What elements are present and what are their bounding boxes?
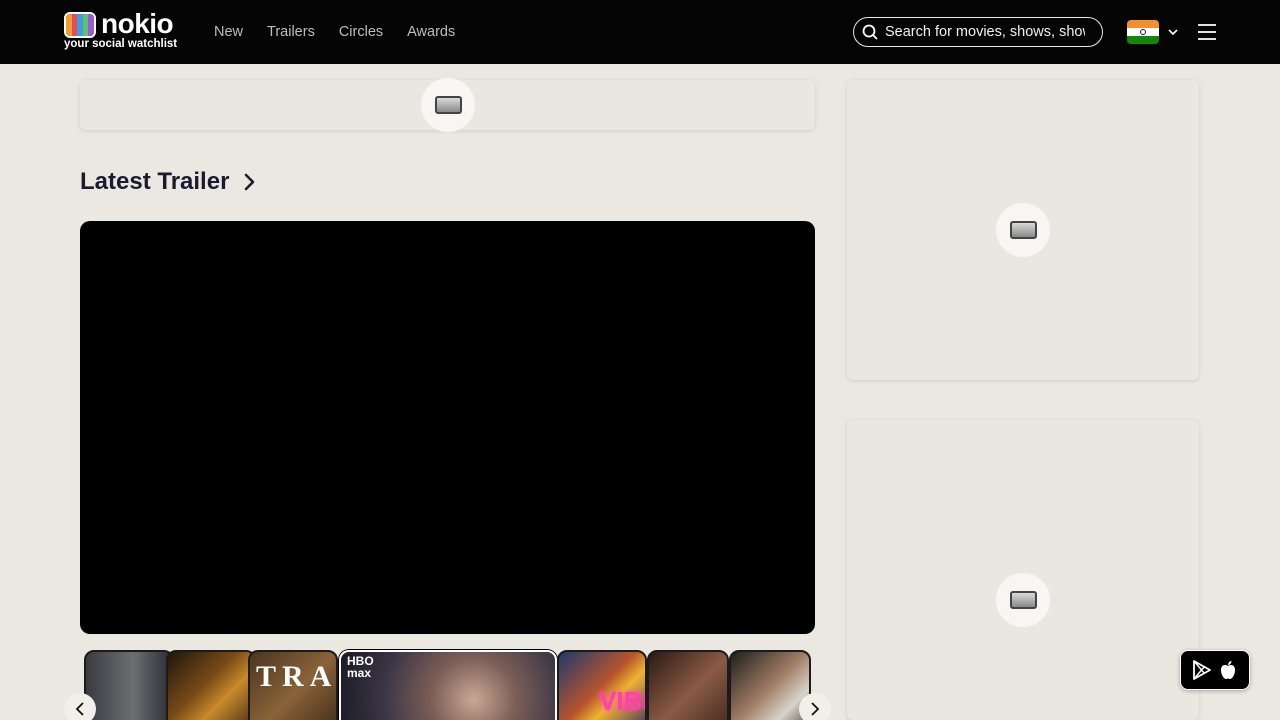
thumbnail-title: TRAIL [256,660,338,693]
media-placeholder [996,573,1050,627]
main-nav: New Trailers Circles Awards [214,0,455,64]
tv-logo-icon [64,12,96,38]
search-icon [862,24,878,40]
section-title: Latest Trailer [80,168,230,195]
trailer-thumbnail[interactable] [166,650,256,720]
section-header[interactable]: Latest Trailer [80,168,257,196]
trailer-thumbnail-active[interactable]: HBO max [339,650,557,720]
trailer-thumbnail[interactable]: VIBE [557,650,647,720]
trailer-thumbnail[interactable] [647,650,729,720]
india-flag-icon[interactable] [1127,20,1159,44]
chevron-right-icon[interactable] [243,172,257,192]
trailer-thumbnail[interactable] [84,650,174,720]
top-navbar: nokio your social watchlist New Trailers… [0,0,1280,64]
brand-name: nokio [101,8,174,39]
nav-trailers[interactable]: Trailers [267,24,315,40]
tv-placeholder-icon [1009,221,1037,239]
apple-icon[interactable] [1219,660,1237,680]
hamburger-menu-icon[interactable] [1197,22,1217,42]
nav-circles[interactable]: Circles [339,24,383,40]
tv-placeholder-icon [1009,591,1037,609]
nokio-logo[interactable]: nokio your social watchlist [64,8,179,52]
banner-ad-slot [80,78,815,132]
tv-placeholder-icon [434,96,462,114]
carousel-next-button[interactable] [799,693,831,720]
search-bar[interactable] [853,17,1103,47]
trailer-thumbnail[interactable]: TRAIL [248,650,338,720]
chevron-right-icon [811,702,820,716]
hbo-max-logo: HBO max [347,654,374,680]
trailer-video-player[interactable] [80,221,815,634]
chevron-down-icon[interactable] [1167,26,1179,38]
nav-new[interactable]: New [214,24,243,40]
sidebar-ad-slot [847,420,1199,720]
sidebar-ad-slot [847,80,1199,380]
chevron-left-icon [75,702,84,716]
nav-awards[interactable]: Awards [407,24,455,40]
thumbnail-title: VIBE [599,686,645,716]
media-placeholder [996,203,1050,257]
google-play-icon[interactable] [1193,660,1211,680]
search-input[interactable] [885,24,1085,40]
media-placeholder [421,78,475,132]
carousel-prev-button[interactable] [64,693,96,720]
app-download-badge[interactable] [1180,650,1250,690]
brand-tagline: your social watchlist [64,38,178,50]
